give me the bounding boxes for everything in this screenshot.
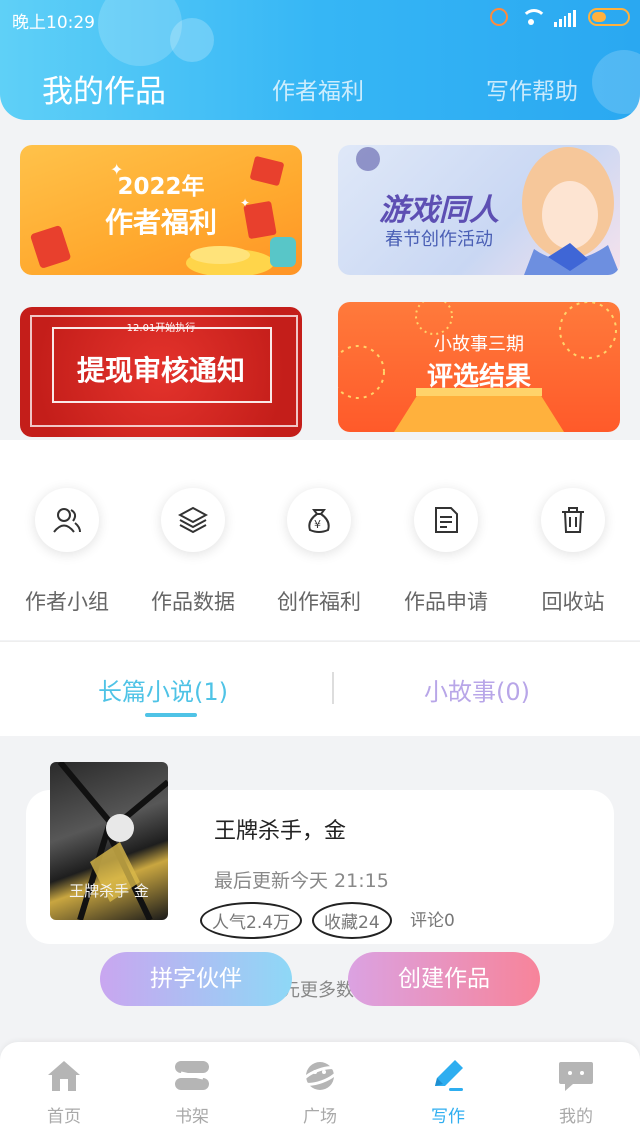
document-icon [435, 507, 458, 533]
banner-title: 提现审核通知 [76, 354, 245, 387]
trash-icon [562, 507, 584, 533]
feature-label: 回收站 [541, 590, 605, 614]
tab-novels[interactable]: 长篇小说(1) [98, 672, 228, 707]
feature-grid: 作者小组 作品数据 ¥ 创作福利 作品申请 回收站 [0, 440, 640, 640]
create-work-button[interactable]: 创建作品 [348, 952, 540, 1006]
feature-icon-circle [541, 488, 605, 552]
feature-label: 作品申请 [404, 590, 488, 614]
tab-my-works[interactable]: 我的作品 [42, 66, 166, 111]
popularity-stat: 人气2.4万 [200, 902, 303, 939]
book-title[interactable]: 王牌杀手，金 [214, 813, 346, 845]
feature-label: 作品数据 [151, 590, 235, 614]
nav-label: 书架 [175, 1107, 209, 1127]
signal-icon [554, 7, 576, 27]
bookshelf-icon [175, 1061, 209, 1090]
nav-label: 广场 [303, 1107, 337, 1127]
work-type-tabs: 长篇小说(1) 小故事(0) [0, 641, 640, 736]
favorites-stat: 收藏24 [312, 902, 392, 939]
nav-label: 首页 [47, 1107, 81, 1127]
nav-write[interactable]: 写作 [398, 1056, 498, 1127]
nav-icon-wrap [398, 1056, 498, 1096]
banner-story-results[interactable]: 小故事三期 评选结果 [338, 302, 620, 432]
feature-icon-circle [414, 488, 478, 552]
layers-icon [178, 506, 208, 534]
feature-label: 作者小组 [25, 590, 109, 614]
comments-stat: 评论0 [410, 911, 455, 931]
feature-creation-benefits[interactable]: ¥ 创作福利 [256, 488, 382, 616]
nav-icon-wrap [526, 1056, 626, 1096]
feature-work-data[interactable]: 作品数据 [130, 488, 256, 616]
home-icon [48, 1061, 80, 1091]
svg-text:¥: ¥ [314, 518, 321, 531]
pen-icon [435, 1060, 463, 1091]
status-icons [490, 7, 630, 27]
header: 晚上10:29 我的作品 作者福利 写作帮助 [0, 0, 640, 120]
banner-author-benefits[interactable]: ✦ ✦ 2022年 作者福利 [20, 145, 302, 275]
banner-title: 作者福利 [104, 206, 217, 239]
tab-writing-help[interactable]: 写作帮助 [486, 72, 578, 106]
feature-author-group[interactable]: 作者小组 [4, 488, 130, 616]
banner-tag: 12.01开始执行 [126, 323, 196, 334]
banner-year: 2022年 [117, 174, 205, 200]
banner-title: 评选结果 [426, 362, 531, 392]
banner-title: 游戏同人 [379, 193, 499, 228]
wifi-icon [520, 7, 547, 27]
tab-author-benefits[interactable]: 作者福利 [272, 72, 364, 106]
book-cover[interactable]: 王牌杀手 金 [50, 762, 168, 920]
nav-label: 写作 [431, 1107, 465, 1127]
planet-icon [301, 1062, 339, 1090]
nav-icon-wrap [14, 1056, 114, 1096]
tab-short-stories[interactable]: 小故事(0) [424, 672, 530, 707]
header-tabs: 我的作品 作者福利 写作帮助 [0, 60, 640, 110]
nav-icon-wrap [270, 1056, 370, 1096]
alarm-icon [490, 8, 508, 26]
chat-icon [559, 1062, 593, 1091]
feature-icon-circle [161, 488, 225, 552]
nav-home[interactable]: 首页 [14, 1056, 114, 1127]
banner-game-fanfic[interactable]: 游戏同人 春节创作活动 [338, 145, 620, 275]
load-more-text: 元更多数 [282, 980, 354, 1001]
active-tab-indicator [145, 713, 197, 717]
status-bar: 晚上10:29 [0, 0, 640, 36]
nav-me[interactable]: 我的 [526, 1056, 626, 1127]
battery-icon [588, 8, 630, 26]
banner-subtitle: 春节创作活动 [385, 229, 493, 250]
nav-icon-wrap [142, 1056, 242, 1096]
nav-label: 我的 [559, 1107, 593, 1127]
money-bag-icon: ¥ [308, 509, 330, 533]
feature-work-application[interactable]: 作品申请 [383, 488, 509, 616]
feature-icon-circle: ¥ [287, 488, 351, 552]
status-time: 晚上10:29 [12, 13, 95, 33]
banner-withdraw-notice[interactable]: 12.01开始执行 提现审核通知 [20, 307, 302, 437]
nav-bookshelf[interactable]: 书架 [142, 1056, 242, 1127]
banner-subtitle: 小故事三期 [434, 334, 524, 355]
bottom-nav: 首页 书架 广场 写作 我的 [0, 1042, 640, 1138]
writing-partner-button[interactable]: 拼字伙伴 [100, 952, 292, 1006]
tab-divider [332, 672, 334, 704]
users-icon [53, 508, 81, 533]
nav-plaza[interactable]: 广场 [270, 1056, 370, 1127]
feature-recycle-bin[interactable]: 回收站 [510, 488, 636, 616]
feature-icon-circle [35, 488, 99, 552]
cover-title: 王牌杀手 金 [69, 882, 149, 900]
book-last-update: 最后更新今天 21:15 [214, 870, 389, 892]
feature-label: 创作福利 [277, 590, 361, 614]
